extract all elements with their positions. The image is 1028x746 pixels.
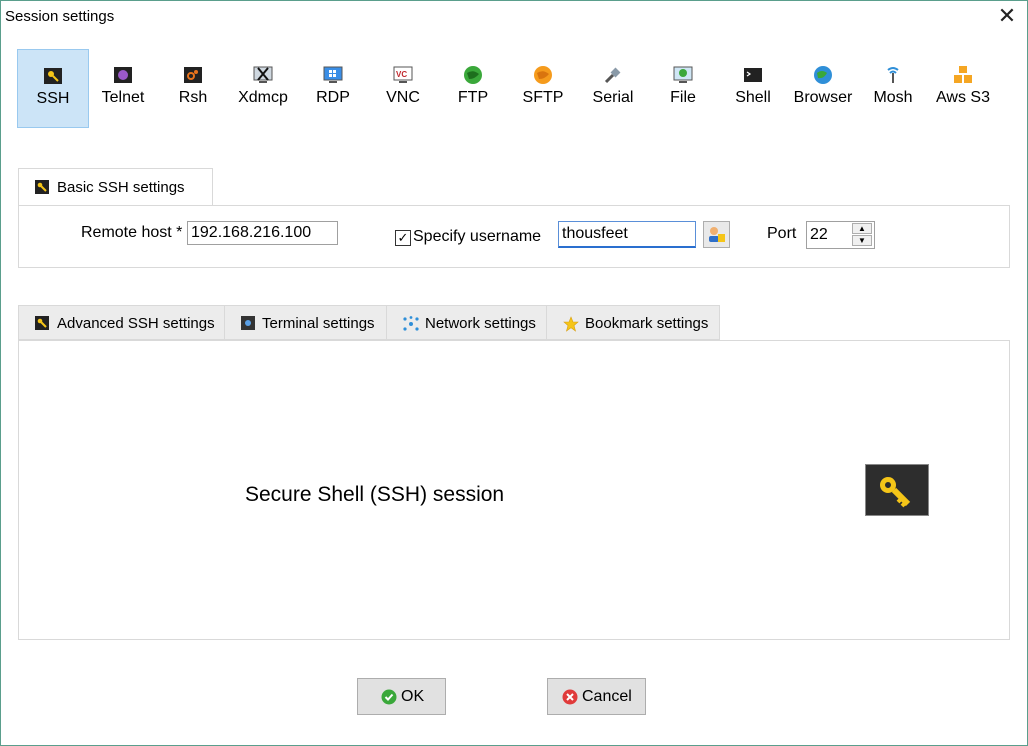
star-icon <box>563 316 579 332</box>
tab-label: Basic SSH settings <box>57 179 185 196</box>
session-heading: Secure Shell (SSH) session <box>245 483 505 506</box>
session-type-rdp[interactable]: RDP <box>298 49 368 127</box>
session-type-telnet[interactable]: Telnet <box>88 49 158 127</box>
spin-up-icon[interactable]: ▲ <box>852 223 872 234</box>
session-type-label: FTP <box>457 89 489 106</box>
shell-terminal-icon <box>744 68 762 82</box>
xdmcp-icon <box>253 66 273 83</box>
session-type-label: Aws S3 <box>936 89 990 106</box>
session-type-shell[interactable]: Shell <box>718 49 788 127</box>
serial-plug-icon <box>604 67 621 84</box>
session-type-file[interactable]: File <box>648 49 718 127</box>
ssh-key-icon <box>44 68 62 84</box>
session-type-label: Browser <box>793 89 853 106</box>
session-type-label: Rsh <box>178 89 208 106</box>
basic-settings-panel: Remote host * ✓ Specify username Port ▲ … <box>18 205 1010 268</box>
ok-button-label: OK <box>401 688 425 705</box>
session-type-label: RDP <box>316 89 350 106</box>
port-spinner[interactable]: ▲ ▼ <box>852 223 872 247</box>
ok-button[interactable]: OK <box>357 678 446 715</box>
svg-text:VC: VC <box>396 70 407 79</box>
session-type-label: File <box>670 89 696 106</box>
tab-label: Terminal settings <box>262 315 375 332</box>
tab-terminal-settings[interactable]: Terminal settings <box>224 305 387 340</box>
browser-globe-icon <box>814 66 832 84</box>
close-icon[interactable]: ✕ <box>995 4 1019 28</box>
cancel-button[interactable]: Cancel <box>547 678 646 715</box>
session-type-label: Xdmcp <box>238 89 288 106</box>
cancel-button-label: Cancel <box>582 688 632 705</box>
ssh-key-icon <box>865 464 929 516</box>
aws-cubes-icon <box>954 66 972 83</box>
ssh-key-icon <box>35 316 49 330</box>
session-type-rsh[interactable]: Rsh <box>158 49 228 127</box>
file-monitor-icon <box>673 66 693 83</box>
tab-bookmark-settings[interactable]: Bookmark settings <box>546 305 720 340</box>
session-type-sftp[interactable]: SFTP <box>508 49 578 127</box>
cancel-circle-icon <box>562 689 578 705</box>
tab-label: Advanced SSH settings <box>57 315 215 332</box>
session-type-ftp[interactable]: FTP <box>438 49 508 127</box>
tab-advanced-ssh-settings[interactable]: Advanced SSH settings <box>18 305 225 340</box>
tab-network-settings[interactable]: Network settings <box>386 305 547 340</box>
tab-label: Bookmark settings <box>585 315 709 332</box>
session-type-label: Shell <box>735 89 771 106</box>
rdp-icon <box>323 66 343 83</box>
session-type-ssh[interactable]: SSH <box>17 49 89 128</box>
session-type-browser[interactable]: Browser <box>788 49 858 127</box>
session-type-label: SFTP <box>522 89 564 106</box>
session-type-label: Mosh <box>873 89 913 106</box>
ftp-globe-icon <box>464 66 482 84</box>
settings-tab-panel: Secure Shell (SSH) session <box>18 340 1010 640</box>
session-type-xdmcp[interactable]: Xdmcp <box>228 49 298 127</box>
user-icon <box>709 227 725 242</box>
session-type-serial[interactable]: Serial <box>578 49 648 127</box>
session-type-label: Telnet <box>101 89 145 106</box>
vnc-icon: VC <box>393 66 413 83</box>
ssh-key-icon <box>35 180 49 194</box>
session-type-bar: SSH Telnet Rsh Xdmcp RDP VC VNC FTP SFTP <box>17 49 1007 129</box>
rsh-icon <box>184 67 202 83</box>
remote-host-input[interactable] <box>187 221 338 245</box>
session-type-label: VNC <box>386 89 420 106</box>
session-type-aws-s3[interactable]: Aws S3 <box>928 49 998 127</box>
specify-username-checkbox[interactable]: ✓ <box>395 230 411 246</box>
tab-label: Network settings <box>425 315 536 332</box>
window-title: Session settings <box>5 8 115 25</box>
session-type-label: SSH <box>36 90 70 107</box>
session-settings-window: Session settings ✕ SSH Telnet Rsh Xdmcp … <box>0 0 1028 746</box>
session-type-label: Serial <box>592 89 634 106</box>
remote-host-label: Remote host * <box>81 224 183 241</box>
check-circle-icon <box>381 689 397 705</box>
mosh-antenna-icon <box>887 67 899 83</box>
port-label: Port <box>767 225 797 242</box>
spin-down-icon[interactable]: ▼ <box>852 235 872 246</box>
sftp-globe-icon <box>534 66 552 84</box>
specify-username-label: Specify username <box>413 228 542 245</box>
username-input[interactable] <box>558 221 696 248</box>
session-type-mosh[interactable]: Mosh <box>858 49 928 127</box>
network-icon <box>403 316 419 331</box>
session-type-vnc[interactable]: VC VNC <box>368 49 438 127</box>
terminal-icon <box>241 316 255 330</box>
user-manager-button[interactable] <box>703 221 730 248</box>
telnet-icon <box>114 67 132 83</box>
tab-basic-ssh-settings[interactable]: Basic SSH settings <box>18 168 213 207</box>
